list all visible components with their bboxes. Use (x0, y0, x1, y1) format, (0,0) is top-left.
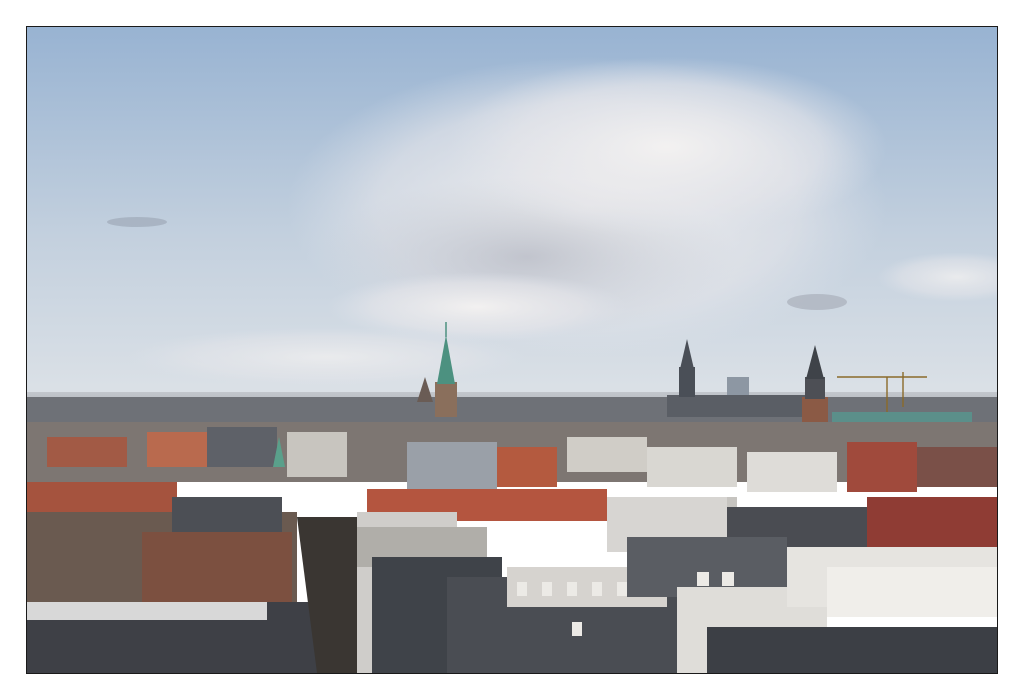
photo-frame (26, 26, 998, 674)
mid-rooftops (27, 422, 997, 492)
city-skyline-photo (27, 27, 997, 673)
foreground-left-roofs (27, 497, 317, 673)
